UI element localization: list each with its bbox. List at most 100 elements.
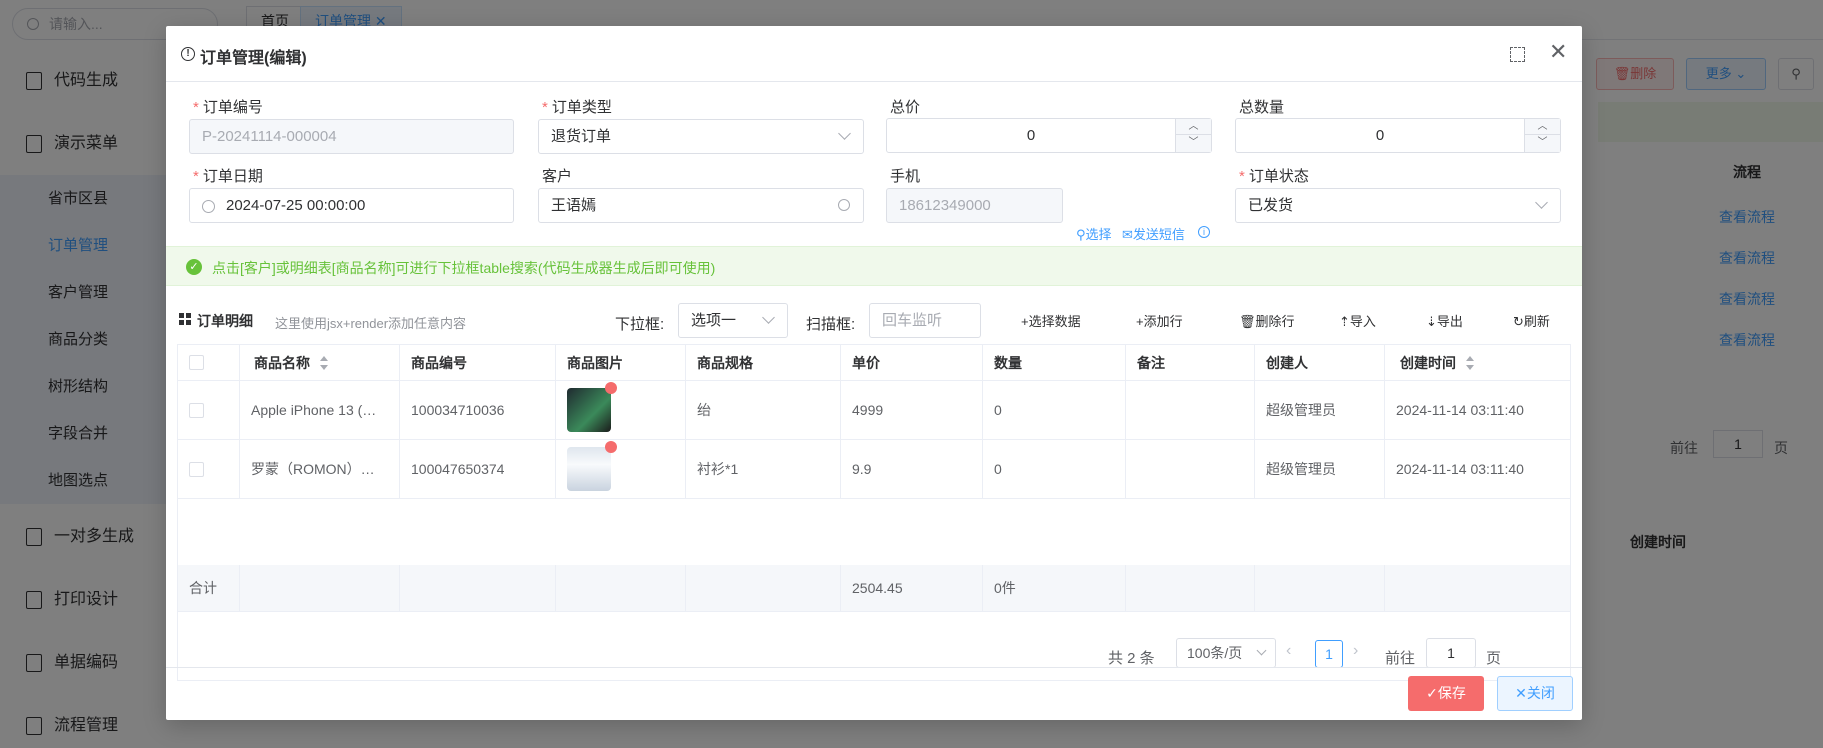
order-type-label: * 订单类型: [542, 99, 612, 116]
col-creator: 创建人: [1255, 345, 1385, 380]
row-select-cell: [178, 381, 240, 439]
cell-price: 4999: [841, 381, 983, 439]
summary-cell: [556, 565, 686, 611]
info-icon: !: [181, 47, 195, 61]
select-all-cell: [178, 345, 240, 380]
chevron-down-icon: [1256, 645, 1267, 656]
cell-name[interactable]: Apple iPhone 13 (…: [240, 381, 400, 439]
col-qty: 数量: [983, 345, 1126, 380]
select-data-button[interactable]: +选择数据: [1021, 311, 1081, 330]
refresh-button[interactable]: ↻刷新: [1513, 311, 1550, 330]
detail-table: 商品名称 商品编号 商品图片 商品规格 单价 数量 备注 创建人 创建时间 Ap…: [177, 344, 1571, 681]
col-code: 商品编号: [400, 345, 556, 380]
phone-label: 手机: [890, 168, 921, 185]
order-no-input[interactable]: P-20241114-000004: [189, 119, 514, 154]
info-alert: ✓ 点击[客户]或明细表[商品名称]可进行下拉框table搜索(代码生成器生成后…: [166, 246, 1582, 286]
decrease-icon[interactable]: ﹀: [1525, 135, 1560, 151]
grid-icon: [179, 313, 191, 325]
row-checkbox[interactable]: [189, 461, 204, 477]
scan-input[interactable]: 回车监听: [869, 303, 981, 338]
select-all-checkbox[interactable]: [189, 355, 204, 370]
order-type-select[interactable]: 退货订单: [538, 119, 864, 154]
export-button[interactable]: ⇣导出: [1426, 311, 1463, 330]
cell-image: [556, 440, 686, 498]
table-summary-row: 合计 2504.45 0件: [178, 565, 1570, 612]
maximize-icon[interactable]: [1510, 47, 1525, 62]
customer-input[interactable]: 王语嫣: [538, 188, 864, 223]
increase-icon[interactable]: ︿: [1176, 119, 1211, 135]
number-stepper: ︿ ﹀: [1175, 119, 1211, 152]
mail-icon: ✉: [1122, 227, 1133, 242]
table-row[interactable]: Apple iPhone 13 (… 100034710036 绐 4999 0…: [178, 381, 1570, 440]
cell-qty: 0: [983, 440, 1126, 498]
order-status-label: * 订单状态: [1239, 168, 1309, 185]
phone-input[interactable]: 18612349000: [886, 188, 1063, 223]
total-price-label: 总价: [890, 99, 921, 116]
decrease-icon[interactable]: ﹀: [1176, 135, 1211, 151]
badge-icon: [605, 382, 617, 394]
check-circle-icon: ✓: [186, 259, 202, 275]
total-price-input[interactable]: 0 ︿ ﹀: [886, 118, 1212, 153]
detail-title: 订单明细: [197, 313, 253, 329]
row-checkbox[interactable]: [189, 402, 204, 418]
delete-row-button[interactable]: 🗑删除行: [1239, 311, 1295, 330]
goto-label: 前往: [1385, 650, 1416, 667]
info-icon[interactable]: i: [1198, 226, 1210, 238]
increase-icon[interactable]: ︿: [1525, 119, 1560, 135]
cell-name[interactable]: 罗蒙（ROMON）…: [240, 440, 400, 498]
product-image[interactable]: [567, 382, 617, 432]
col-created[interactable]: 创建时间: [1385, 345, 1570, 380]
total-qty-input[interactable]: 0 ︿ ﹀: [1235, 118, 1561, 153]
chevron-down-icon: [762, 311, 775, 324]
summary-cell: [686, 565, 841, 611]
close-icon[interactable]: ✕: [1549, 41, 1567, 63]
col-price: 单价: [841, 345, 983, 380]
summary-cell: [1385, 565, 1570, 611]
sort-icon[interactable]: [1466, 355, 1474, 370]
total-qty-label: 总数量: [1239, 99, 1285, 116]
dropdown-select[interactable]: 选项一: [678, 303, 788, 338]
summary-label: 合计: [178, 565, 240, 611]
col-image: 商品图片: [556, 345, 686, 380]
order-date-label: * 订单日期: [193, 168, 263, 185]
cell-image: [556, 381, 686, 439]
close-button[interactable]: ✕关闭: [1497, 676, 1573, 711]
product-image[interactable]: [567, 441, 617, 491]
number-stepper: ︿ ﹀: [1524, 119, 1560, 152]
cell-created: 2024-11-14 03:11:40: [1396, 402, 1524, 418]
cell-price: 9.9: [841, 440, 983, 498]
next-page-icon[interactable]: ›: [1353, 642, 1358, 660]
send-sms-link[interactable]: ✉发送短信: [1122, 224, 1185, 243]
page-size-select[interactable]: 100条/页: [1176, 638, 1276, 668]
order-date-picker[interactable]: 2024-07-25 00:00:00: [189, 188, 514, 223]
add-row-button[interactable]: +添加行: [1136, 311, 1183, 330]
table-header: 商品名称 商品编号 商品图片 商品规格 单价 数量 备注 创建人 创建时间: [178, 345, 1570, 381]
download-icon: ⇣: [1426, 314, 1437, 329]
cell-code: 100047650374: [400, 440, 556, 498]
table-row[interactable]: 罗蒙（ROMON）… 100047650374 衬衫*1 9.9 0 超级管理员…: [178, 440, 1570, 499]
dropdown-label: 下拉框:: [615, 316, 665, 333]
chevron-down-icon: [838, 127, 851, 140]
col-name[interactable]: 商品名称: [240, 345, 400, 380]
cell-remark: [1126, 440, 1255, 498]
sort-icon[interactable]: [320, 355, 328, 370]
cell-code: 100034710036: [400, 381, 556, 439]
import-button[interactable]: ⇡导入: [1339, 311, 1376, 330]
summary-price: 2504.45: [841, 565, 983, 611]
select-phone-link[interactable]: ⚲选择: [1076, 224, 1112, 243]
summary-qty: 0件: [983, 565, 1126, 611]
summary-cell: [1126, 565, 1255, 611]
prev-page-icon[interactable]: ‹: [1286, 642, 1291, 660]
search-icon[interactable]: [838, 199, 850, 211]
save-button[interactable]: ✓保存: [1408, 676, 1484, 711]
page-number-current[interactable]: 1: [1315, 640, 1343, 668]
refresh-icon: ↻: [1513, 314, 1524, 329]
clock-icon: [202, 200, 215, 213]
scan-label: 扫描框:: [806, 316, 856, 333]
goto-page-input[interactable]: 1: [1426, 638, 1476, 668]
row-select-cell: [178, 440, 240, 498]
order-status-select[interactable]: 已发货: [1235, 188, 1561, 223]
cell-creator: 超级管理员: [1255, 381, 1385, 439]
col-remark: 备注: [1126, 345, 1255, 380]
cell-remark: [1126, 381, 1255, 439]
